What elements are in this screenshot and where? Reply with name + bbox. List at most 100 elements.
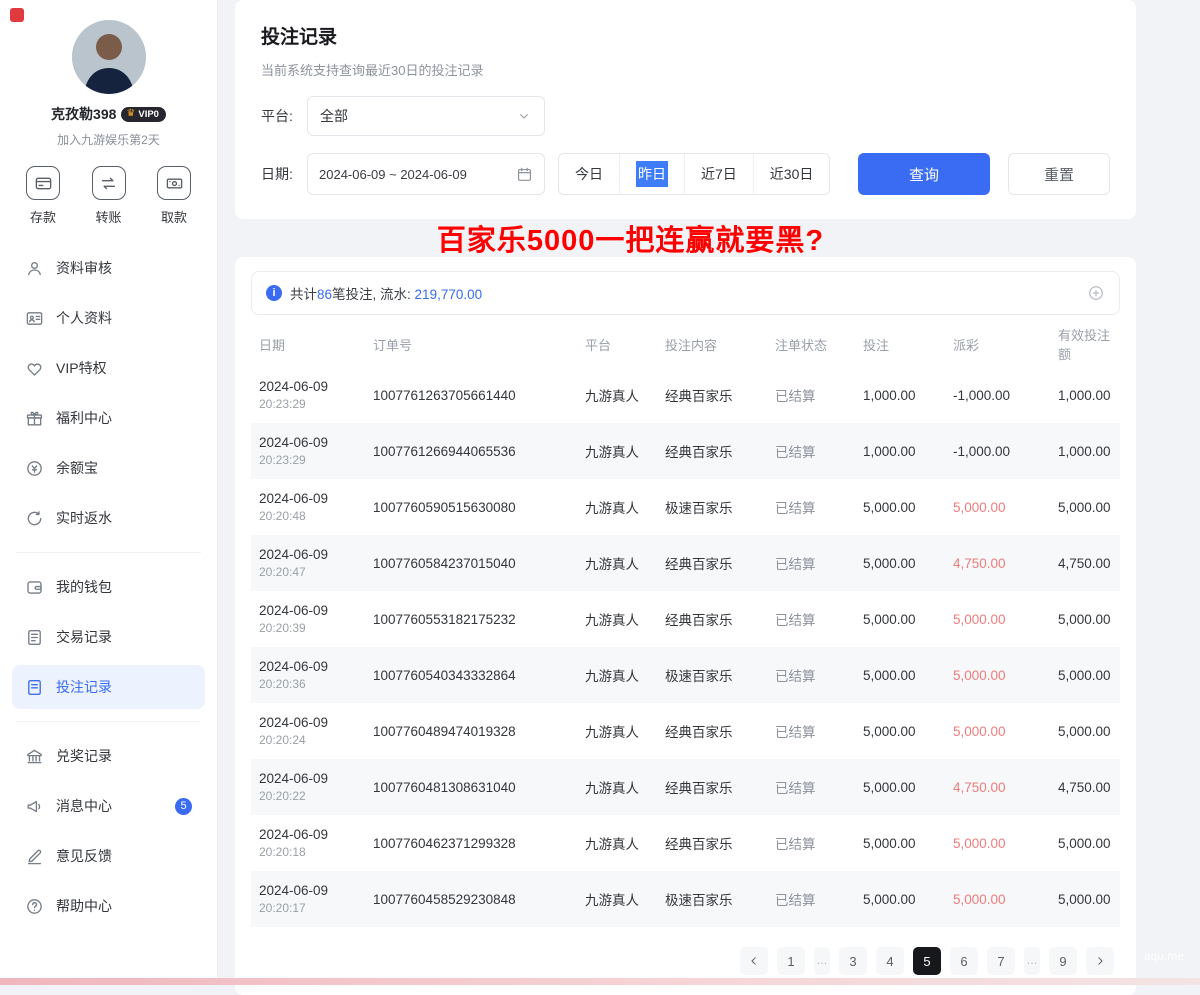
cell-platform: 九游真人 (577, 591, 657, 647)
cell-status: 已结算 (767, 871, 855, 927)
sidebar-item[interactable]: 个人资料 (12, 296, 205, 340)
sidebar-item[interactable]: 帮助中心 (12, 884, 205, 928)
sidebar-item[interactable]: 实时返水 (12, 496, 205, 540)
cell-platform: 九游真人 (577, 647, 657, 703)
unread-badge: 5 (175, 798, 192, 815)
expand-button[interactable] (1087, 284, 1105, 302)
date-label: 日期: (261, 164, 307, 184)
cell-valid-bet: 4,750.00 (1050, 759, 1120, 815)
cell-bet-content: 极速百家乐 (657, 479, 767, 535)
sidebar-item-label: 消息中心 (56, 796, 112, 816)
column-header: 平台 (577, 321, 657, 367)
cell-bet-amount: 5,000.00 (855, 479, 945, 535)
cell-bet-content: 极速百家乐 (657, 871, 767, 927)
bet-record-icon (25, 678, 44, 697)
cell-payout: 5,000.00 (945, 479, 1050, 535)
cell-platform: 九游真人 (577, 815, 657, 871)
reset-button[interactable]: 重置 (1008, 153, 1110, 195)
platform-select[interactable]: 全部 (307, 96, 545, 136)
table-row: 2024-06-0920:23:291007761263705661440九游真… (251, 367, 1120, 423)
page-button-6[interactable]: 6 (950, 947, 978, 975)
date-range-value: 2024-06-09 ~ 2024-06-09 (319, 167, 467, 182)
sidebar-item-label: 个人资料 (56, 308, 112, 328)
sidebar-item-label: 投注记录 (56, 677, 112, 697)
avatar[interactable] (72, 20, 146, 94)
user-audit-icon (25, 259, 44, 278)
sidebar-item[interactable]: VIP特权 (12, 346, 205, 390)
sidebar-menu: 资料审核个人资料 VIP特权福利中心余额宝实时返水我的钱包交易记录投注记录兑奖记录… (0, 246, 217, 928)
quick-date-1[interactable]: 昨日 (619, 154, 684, 194)
cell-order-number: 1007760481308631040 (365, 759, 577, 815)
cell-valid-bet: 5,000.00 (1050, 479, 1120, 535)
cell-status: 已结算 (767, 647, 855, 703)
column-header: 投注内容 (657, 321, 767, 367)
table-row: 2024-06-0920:23:291007761266944065536九游真… (251, 423, 1120, 479)
table-row: 2024-06-0920:20:481007760590515630080九游真… (251, 479, 1120, 535)
sidebar-item[interactable]: 资料审核 (12, 246, 205, 290)
quick-date-3[interactable]: 近30日 (753, 154, 830, 194)
sidebar-item[interactable]: 消息中心 5 (12, 784, 205, 828)
sidebar: 克孜勒398 ♛VIP0 加入九游娱乐第2天 存款转账取款 资料审核个人资料VI… (0, 0, 218, 985)
sidebar-item[interactable]: 福利中心 (12, 396, 205, 440)
date-range-input[interactable]: 2024-06-09 ~ 2024-06-09 (307, 153, 545, 195)
cell-valid-bet: 5,000.00 (1050, 647, 1120, 703)
page-button-4[interactable]: 4 (876, 947, 904, 975)
cell-date: 2024-06-0920:20:36 (251, 647, 365, 703)
cell-order-number: 1007760489474019328 (365, 703, 577, 759)
sidebar-item-label: 兑奖记录 (56, 746, 112, 766)
query-button[interactable]: 查询 (858, 153, 990, 195)
cell-payout: 5,000.00 (945, 815, 1050, 871)
cell-platform: 九游真人 (577, 367, 657, 423)
cell-order-number: 1007761263705661440 (365, 367, 577, 423)
cell-bet-amount: 1,000.00 (855, 423, 945, 479)
sidebar-item[interactable]: 投注记录 (12, 665, 205, 709)
platform-filter-row: 平台: 全部 (261, 96, 1110, 136)
quick-action-deposit[interactable]: 存款 (26, 166, 60, 226)
page-ellipsis[interactable]: … (814, 947, 830, 975)
site-logo (10, 8, 24, 22)
cell-order-number: 1007760458529230848 (365, 871, 577, 927)
join-text: 加入九游娱乐第2天 (0, 131, 217, 148)
page-button-7[interactable]: 7 (987, 947, 1015, 975)
prize-bank-icon (25, 747, 44, 766)
cell-date: 2024-06-0920:20:22 (251, 759, 365, 815)
red-annotation-text: 百家乐5000一把连赢就要黑? (180, 219, 1081, 257)
sidebar-item[interactable]: 交易记录 (12, 615, 205, 659)
cell-platform: 九游真人 (577, 759, 657, 815)
quick-action-withdraw[interactable]: 取款 (157, 166, 191, 226)
sidebar-item[interactable]: 兑奖记录 (12, 734, 205, 778)
sidebar-item[interactable]: 我的钱包 (12, 565, 205, 609)
quick-action-transfer[interactable]: 转账 (92, 166, 126, 226)
page-button-3[interactable]: 3 (839, 947, 867, 975)
coin-icon (25, 459, 44, 478)
quick-date-2[interactable]: 近7日 (684, 154, 753, 194)
cell-payout: 4,750.00 (945, 535, 1050, 591)
cell-date: 2024-06-0920:23:29 (251, 367, 365, 423)
cell-bet-amount: 5,000.00 (855, 647, 945, 703)
quick-date-0[interactable]: 今日 (559, 154, 619, 194)
cell-platform: 九游真人 (577, 479, 657, 535)
sidebar-item-label: 我的钱包 (56, 577, 112, 597)
page-button-9[interactable]: 9 (1049, 947, 1077, 975)
quick-action-label: 转账 (95, 207, 121, 226)
feedback-pencil-icon (25, 847, 44, 866)
cell-status: 已结算 (767, 423, 855, 479)
cell-payout: 5,000.00 (945, 647, 1050, 703)
sidebar-item[interactable]: 意见反馈 (12, 834, 205, 878)
sidebar-item[interactable]: 余额宝 (12, 446, 205, 490)
quick-actions: 存款转账 取款 (0, 166, 217, 226)
page-next-button[interactable] (1086, 947, 1114, 975)
page-button-5[interactable]: 5 (913, 947, 941, 975)
withdraw-icon-box (157, 166, 191, 200)
cell-valid-bet: 5,000.00 (1050, 871, 1120, 927)
pagination: 1 … 34567 … 9 (257, 947, 1114, 975)
page-button-1[interactable]: 1 (777, 947, 805, 975)
page-prev-button[interactable] (740, 947, 768, 975)
table-row: 2024-06-0920:20:181007760462371299328九游真… (251, 815, 1120, 871)
page-ellipsis[interactable]: … (1024, 947, 1040, 975)
deposit-icon (34, 174, 53, 193)
menu-divider (16, 552, 201, 553)
page-title: 投注记录 (261, 22, 1110, 49)
cell-bet-content: 经典百家乐 (657, 367, 767, 423)
cell-platform: 九游真人 (577, 423, 657, 479)
